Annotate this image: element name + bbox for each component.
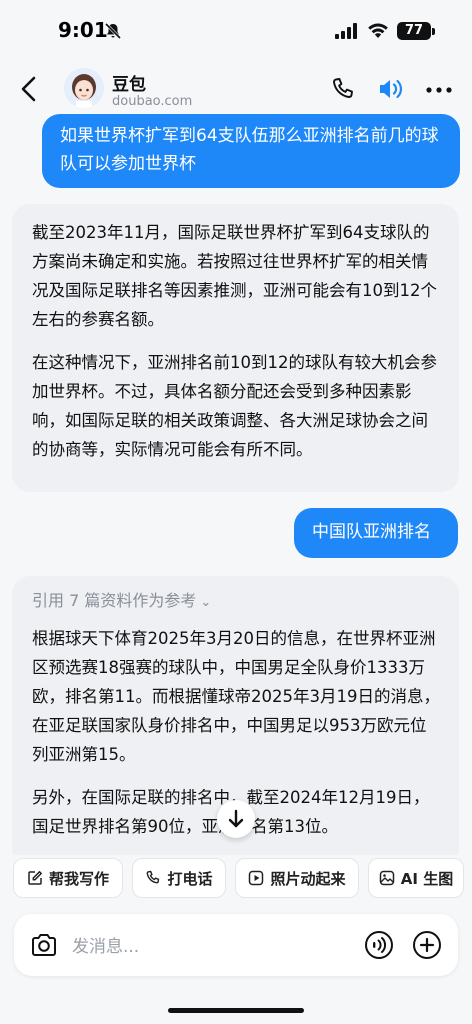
quick-action-write[interactable]: 帮我写作	[13, 858, 123, 898]
edit-icon	[28, 871, 42, 885]
quick-actions-bar: 帮我写作 打电话 照片动起来 AI 生图	[0, 855, 472, 901]
play-icon	[249, 870, 264, 886]
arrow-down-icon	[228, 809, 244, 828]
bot-site: doubao.com	[112, 94, 193, 109]
camera-icon[interactable]	[30, 931, 58, 959]
phone-icon	[147, 870, 160, 884]
home-indicator	[168, 1008, 304, 1013]
voice-input-icon[interactable]	[364, 930, 394, 960]
back-arrow-icon[interactable]	[14, 72, 46, 106]
assistant-paragraph: 根据球天下体育2025年3月20日的信息，在世界杯亚洲区预选赛18强赛的球队中，…	[32, 629, 440, 764]
reference-label: 引用 7 篇资料作为参考	[32, 591, 197, 610]
phone-call-icon[interactable]	[330, 76, 356, 102]
cellular-signal-icon	[335, 23, 357, 39]
wifi-icon	[368, 23, 388, 38]
add-attachment-icon[interactable]	[412, 930, 442, 960]
battery-level: 77	[397, 22, 431, 40]
image-icon	[379, 870, 395, 886]
quick-action-label: 打电话	[167, 869, 213, 888]
assistant-message: 截至2023年11月，国际足联世界杯扩军到64支球队的方案尚未确定和实施。若按照…	[12, 204, 459, 492]
quick-action-ai-image[interactable]: AI 生图	[368, 858, 464, 898]
bot-name: 豆包	[112, 75, 146, 95]
battery-tip	[432, 28, 435, 35]
bot-avatar[interactable]	[64, 68, 104, 108]
chat-header: 豆包 doubao.com	[0, 62, 472, 118]
user-message: 如果世界杯扩军到64支队伍那么亚洲排名前几的球队可以参加世界杯	[42, 114, 460, 188]
quick-action-animate-photo[interactable]: 照片动起来	[235, 858, 359, 898]
message-composer[interactable]: 发消息...	[14, 914, 458, 976]
chevron-down-icon: ⌄	[200, 595, 212, 610]
scroll-to-bottom-button[interactable]	[217, 800, 255, 838]
assistant-paragraph: 截至2023年11月，国际足联世界杯扩军到64支球队的方案尚未确定和实施。若按照…	[32, 223, 437, 329]
status-time: 9:01	[58, 18, 108, 42]
avatar-illustration	[64, 68, 104, 108]
reference-toggle[interactable]: 引用 7 篇资料作为参考 ⌄	[32, 586, 441, 616]
quick-action-label: 照片动起来	[270, 869, 346, 888]
quick-action-call[interactable]: 打电话	[132, 858, 226, 898]
more-options-icon[interactable]	[424, 80, 454, 100]
user-message: 中国队亚洲排名	[294, 508, 458, 558]
message-input[interactable]: 发消息...	[72, 932, 139, 957]
quick-action-label: AI 生图	[400, 869, 454, 888]
status-bar: 9:01 77	[0, 0, 472, 60]
speaker-on-icon[interactable]	[377, 76, 405, 102]
bell-muted-icon	[104, 22, 122, 40]
quick-action-label: 帮我写作	[48, 869, 109, 888]
assistant-paragraph: 在这种情况下，亚洲排名前10到12的球队有较大机会参加世界杯。不过，具体名额分配…	[32, 353, 437, 459]
